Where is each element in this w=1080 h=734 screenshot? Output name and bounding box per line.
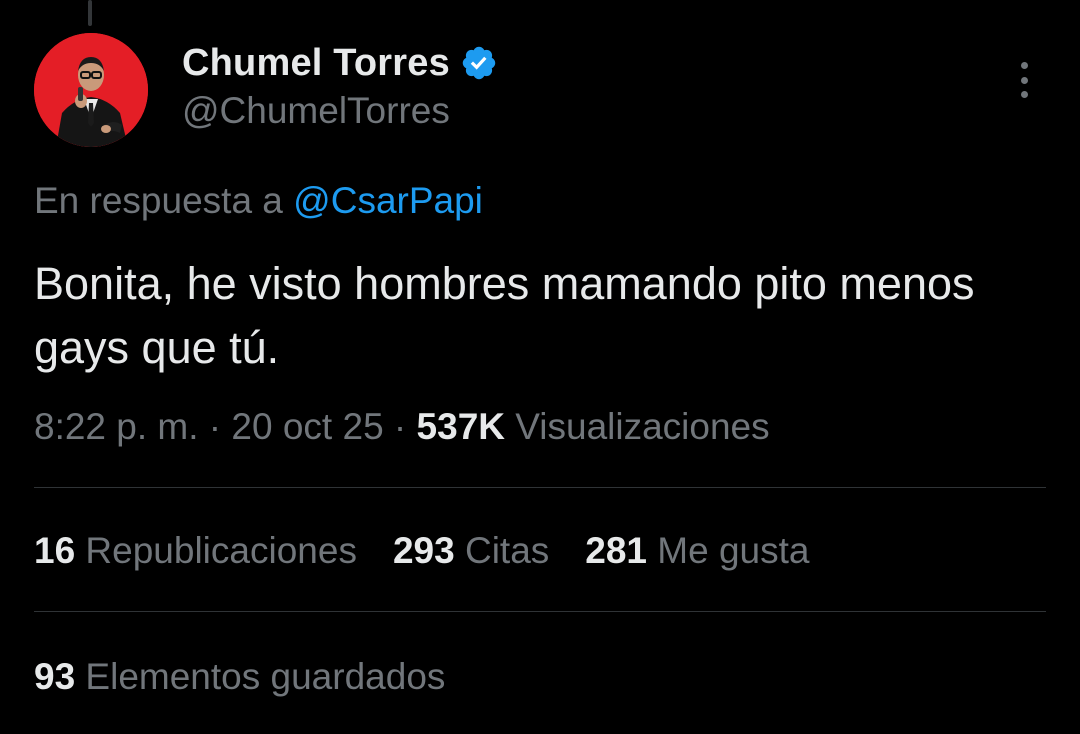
tweet-time[interactable]: 8:22 p. m.	[34, 406, 199, 447]
views-label: Visualizaciones	[505, 406, 770, 447]
bookmarks-count: 93	[34, 656, 76, 697]
tweet-text: Bonita, he visto hombres mamando pito me…	[34, 258, 975, 373]
likes-stat[interactable]: 281 Me gusta	[585, 530, 809, 572]
quotes-count: 293	[392, 530, 455, 571]
tweet-date[interactable]: 20 oct 25	[231, 406, 383, 447]
thread-connector-line	[88, 0, 92, 26]
more-dot	[1020, 62, 1028, 69]
bookmarks-label: Elementos guardados	[75, 656, 446, 697]
more-dot	[1020, 76, 1028, 84]
author-name-row: Chumel Torres	[182, 38, 498, 88]
likes-count: 281	[585, 530, 647, 571]
avatar[interactable]	[34, 33, 148, 147]
retweets-stat[interactable]: 16 Republicaciones	[34, 530, 357, 572]
more-options-icon[interactable]	[1006, 58, 1042, 102]
views-count: 537K	[416, 406, 505, 447]
reply-prefix: En respuesta a	[34, 180, 294, 221]
tweet-author: Chumel Torres @ChumelTorres	[182, 38, 498, 132]
verified-badge-icon[interactable]	[460, 44, 498, 82]
quotes-label: Citas	[454, 530, 550, 571]
reply-context: En respuesta a @CsarPapi	[34, 180, 483, 222]
more-dot	[1020, 91, 1028, 98]
avatar-portrait-icon	[34, 33, 148, 147]
retweets-label: Republicaciones	[75, 530, 357, 571]
reply-mention-link[interactable]: @CsarPapi	[293, 180, 483, 221]
meta-separator: ·	[383, 406, 417, 447]
engagement-stats: 16 Republicaciones 293 Citas 281 Me gust…	[34, 530, 845, 572]
author-display-name[interactable]: Chumel Torres	[182, 42, 450, 85]
quotes-stat[interactable]: 293 Citas	[393, 530, 549, 572]
divider	[34, 611, 1046, 612]
divider	[34, 487, 1046, 488]
meta-separator: ·	[198, 406, 232, 447]
likes-label: Me gusta	[647, 530, 810, 571]
tweet-meta: 8:22 p. m. · 20 oct 25 · 537K Visualizac…	[34, 406, 770, 448]
retweets-count: 16	[34, 530, 76, 571]
bookmarks-stat[interactable]: 93 Elementos guardados	[34, 656, 445, 698]
author-handle[interactable]: @ChumelTorres	[182, 90, 498, 132]
